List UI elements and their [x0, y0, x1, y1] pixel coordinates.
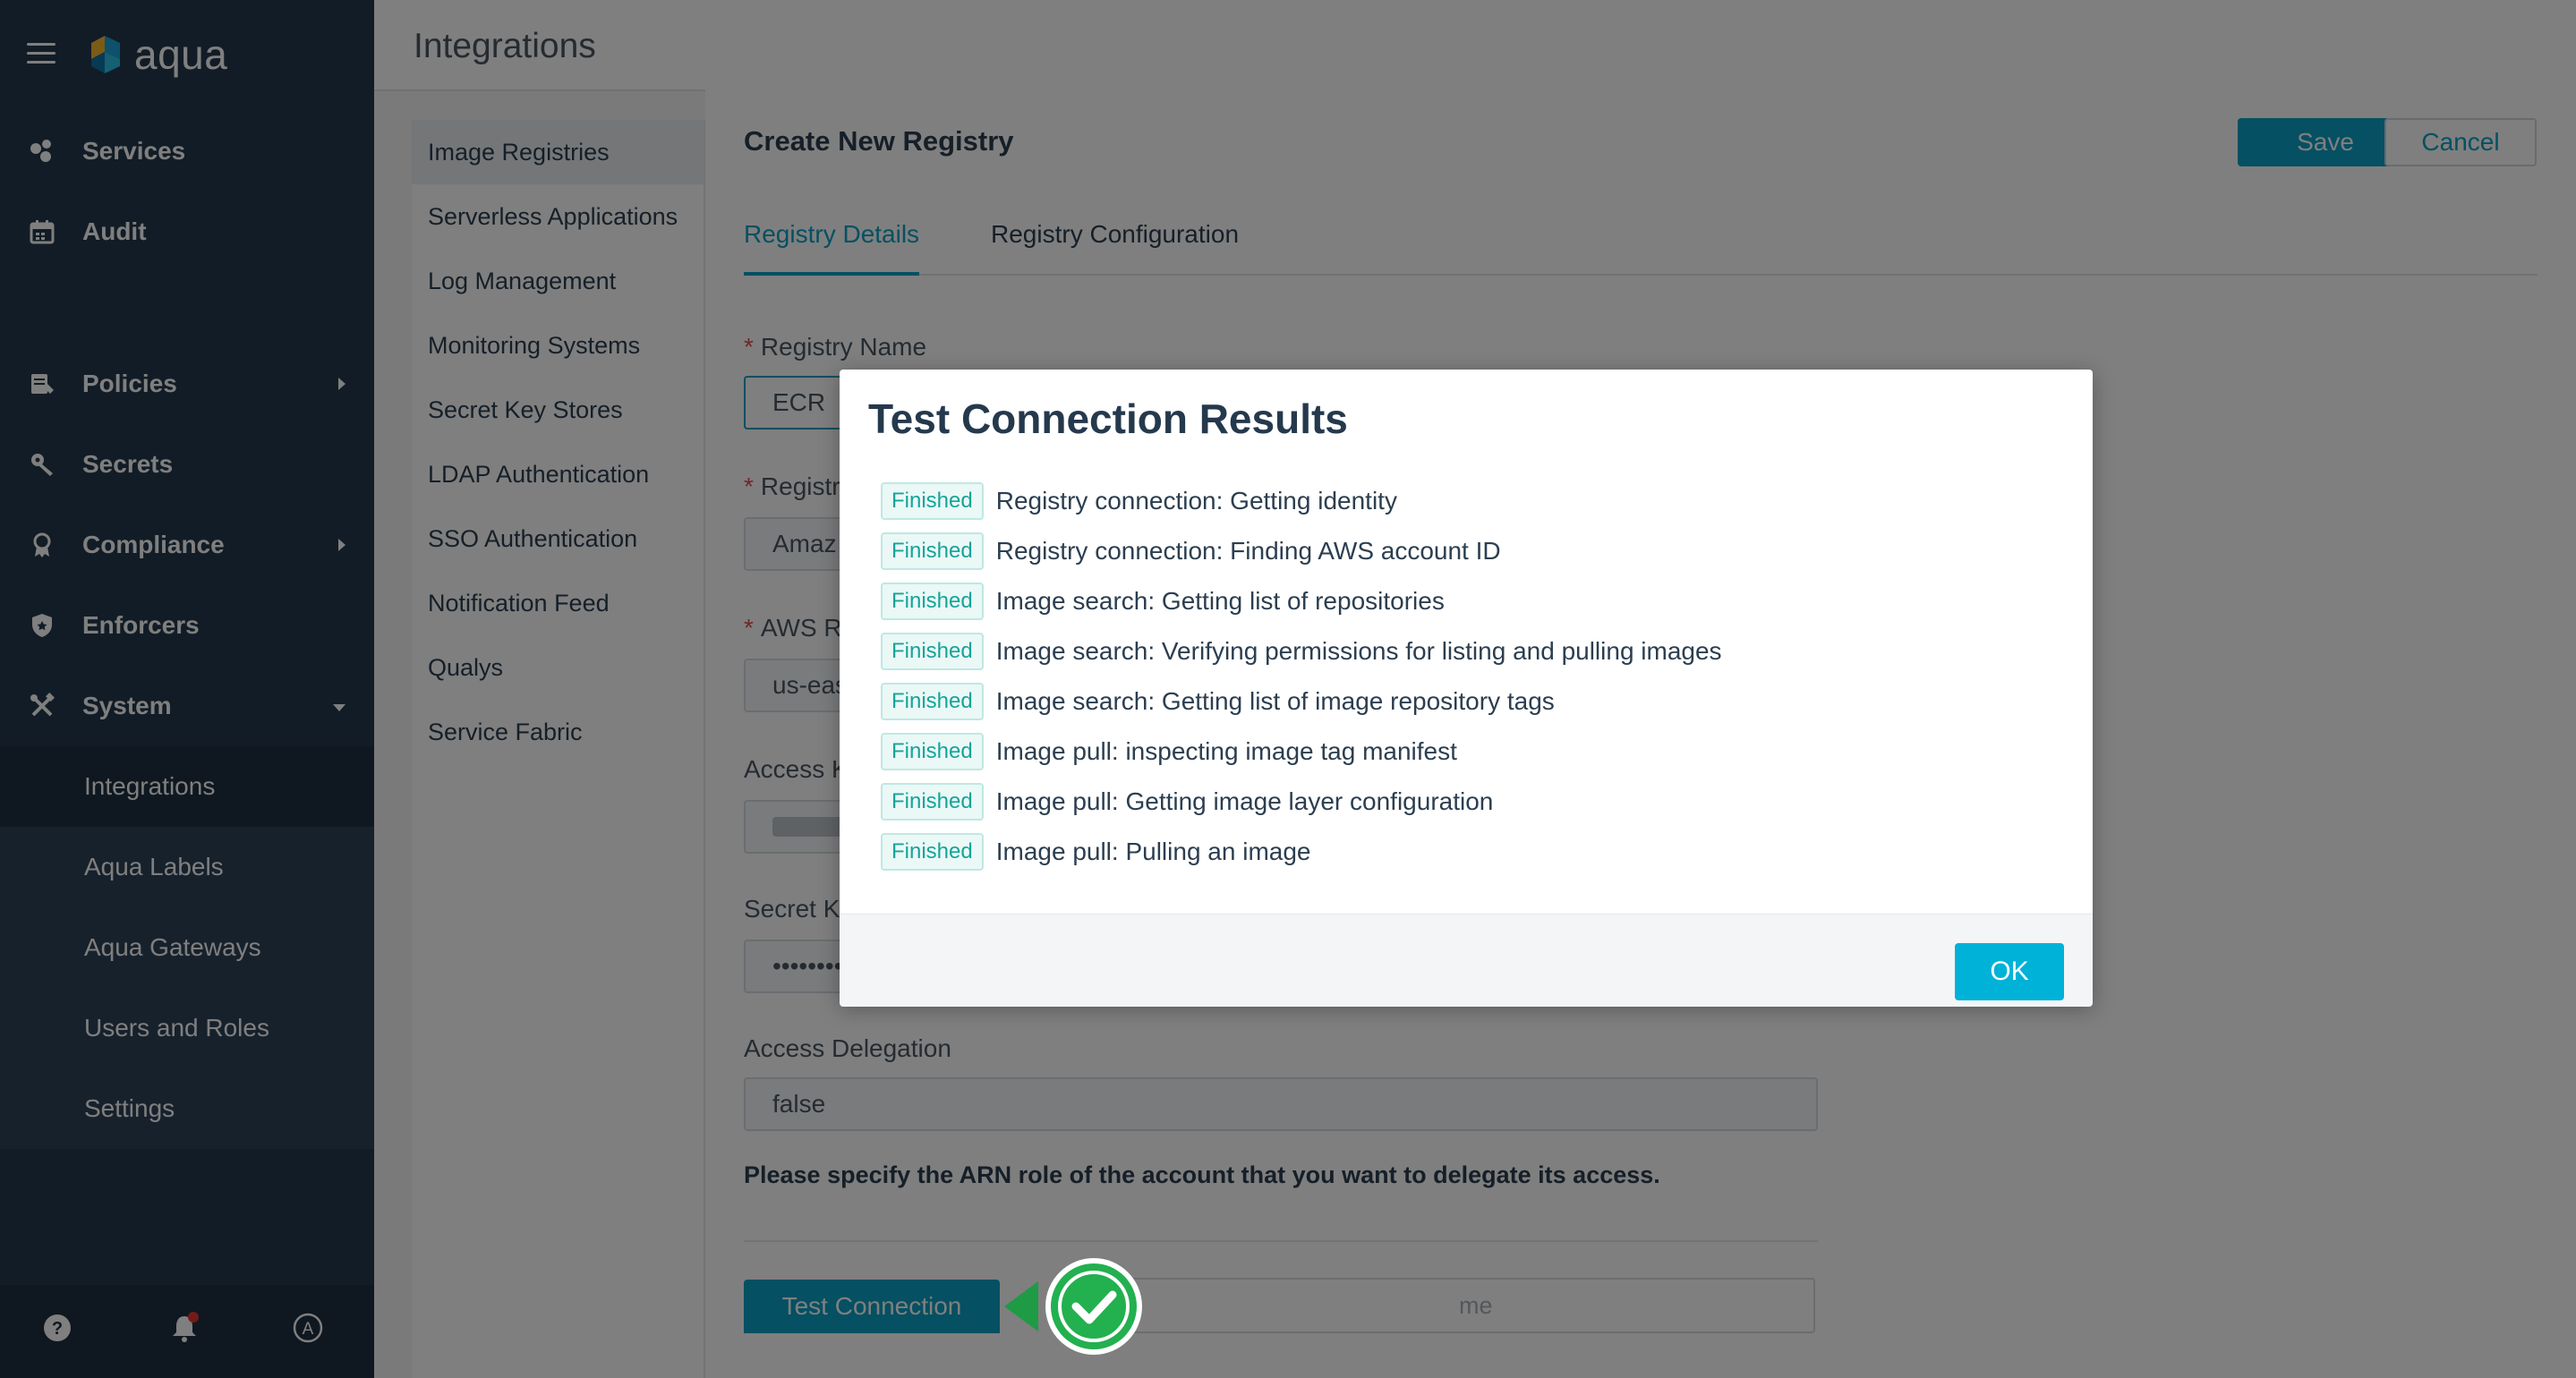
status-badge: Finished: [881, 783, 984, 821]
result-row: Finished Registry connection: Getting ide…: [881, 482, 1397, 520]
result-row: Finished Image search: Verifying permissi…: [881, 633, 1722, 670]
result-text: Image search: Verifying permissions for …: [995, 637, 1722, 665]
status-badge: Finished: [881, 633, 984, 670]
result-text: Image search: Getting list of image repo…: [995, 687, 1555, 715]
status-badge: Finished: [881, 683, 984, 720]
result-row: Finished Image search: Getting list of im…: [881, 683, 1555, 720]
status-badge: Finished: [881, 532, 984, 570]
result-text: Image search: Getting list of repositori…: [995, 587, 1445, 615]
success-checkmark-icon: [1004, 1255, 1147, 1358]
status-badge: Finished: [881, 733, 984, 770]
result-text: Image pull: inspecting image tag manifes…: [995, 737, 1457, 765]
status-badge: Finished: [881, 583, 984, 620]
result-row: Finished Image pull: inspecting image tag…: [881, 733, 1457, 770]
result-text: Image pull: Getting image layer configur…: [995, 787, 1494, 815]
modal-footer: OK: [840, 914, 2093, 1007]
status-badge: Finished: [881, 482, 984, 520]
modal-title: Test Connection Results: [868, 396, 1348, 442]
result-row: Finished Image search: Getting list of re…: [881, 583, 1445, 620]
result-row: Finished Registry connection: Finding AWS…: [881, 532, 1501, 570]
status-badge: Finished: [881, 833, 984, 871]
result-text: Registry connection: Getting identity: [995, 487, 1397, 515]
result-row: Finished Image pull: Pulling an image: [881, 833, 1310, 871]
result-text: Image pull: Pulling an image: [995, 838, 1311, 865]
result-text: Registry connection: Finding AWS account…: [995, 537, 1501, 565]
test-connection-modal: Test Connection Results Finished Registry…: [840, 370, 2093, 1007]
result-row: Finished Image pull: Getting image layer …: [881, 783, 1493, 821]
ok-button[interactable]: OK: [1955, 943, 2064, 1000]
